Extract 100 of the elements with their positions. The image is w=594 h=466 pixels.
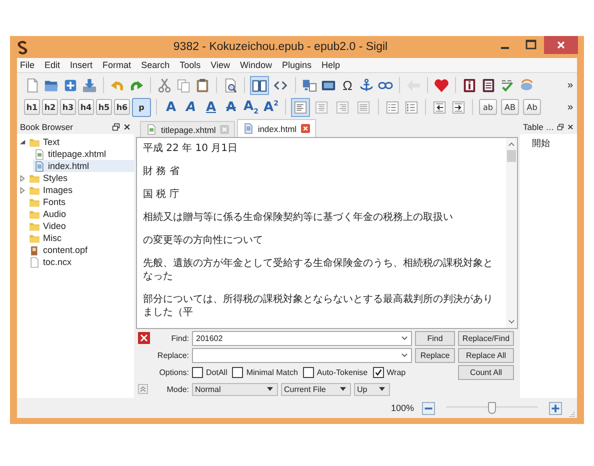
menu-item[interactable]: File bbox=[20, 60, 35, 70]
indent-icon[interactable] bbox=[451, 100, 466, 114]
zoom-slider[interactable] bbox=[446, 401, 538, 415]
scrollbar-thumb[interactable] bbox=[507, 150, 516, 162]
add-file-icon[interactable] bbox=[63, 78, 78, 92]
checkbox-label: DotAll bbox=[206, 368, 228, 376]
heading-style-button[interactable]: h4 bbox=[78, 99, 94, 115]
tree-item[interactable]: toc.ncx bbox=[28, 256, 76, 268]
numbered-list-icon[interactable] bbox=[404, 100, 419, 114]
text-case-button[interactable]: ab bbox=[479, 99, 497, 115]
collapsed-arrow-icon[interactable] bbox=[19, 186, 26, 194]
close-icon[interactable] bbox=[138, 332, 150, 344]
editor-tab[interactable]: index.html bbox=[236, 119, 316, 137]
menu-item[interactable]: Insert bbox=[70, 60, 93, 70]
paragraph: 先般、遺族の方が年金として受給する生命保険金のうち、相続税の課税対象となった bbox=[143, 257, 494, 283]
text-case-button[interactable]: AB bbox=[501, 99, 519, 115]
align-left-button[interactable] bbox=[291, 98, 310, 116]
book-view-button[interactable] bbox=[250, 76, 269, 94]
tab-close-icon[interactable] bbox=[300, 124, 310, 133]
menu-item[interactable]: View bbox=[210, 60, 230, 70]
outdent-icon[interactable] bbox=[432, 100, 447, 114]
close-button[interactable] bbox=[544, 36, 578, 54]
menu-item[interactable]: Edit bbox=[44, 60, 60, 70]
direction-dropdown[interactable]: Up bbox=[354, 382, 390, 396]
tree-item[interactable]: Images bbox=[28, 184, 77, 196]
subscript-button[interactable]: A$_{2}$ bbox=[241, 98, 261, 116]
heart-icon[interactable] bbox=[434, 78, 449, 92]
anchor-icon[interactable] bbox=[359, 78, 374, 92]
menu-item[interactable]: Help bbox=[322, 60, 340, 70]
heading-style-button[interactable]: h3 bbox=[60, 99, 76, 115]
editor-area[interactable]: 平成 22 年 10 月1日 財 務 省 国 税 庁 相続又は贈与等に係る生命保険契約等に基づく年金の税務上の取扱い の変更等の方向性について 先般、遺族の方が年金として受給する生命保険金のうち、相続税の課税対象となった 部分については、所得税の課税対象とならないとする最高裁判所の判決がありました（平 bbox=[136, 137, 518, 329]
menu-item[interactable]: Format bbox=[102, 60, 132, 70]
toolbar-overflow-button[interactable]: » bbox=[567, 102, 577, 112]
find-field[interactable]: 201602 bbox=[192, 330, 412, 346]
checkbox[interactable] bbox=[372, 366, 384, 378]
tree-item[interactable]: titlepage.xhtml bbox=[33, 148, 110, 160]
menu-item[interactable]: Window bbox=[240, 60, 272, 70]
close-icon[interactable] bbox=[123, 122, 131, 130]
superscript-button[interactable]: A$^{2}$ bbox=[261, 99, 281, 115]
bullet-list-icon[interactable] bbox=[385, 100, 400, 114]
checkbox[interactable] bbox=[192, 366, 203, 378]
tree-item[interactable]: Fonts bbox=[28, 196, 70, 208]
info-icon[interactable] bbox=[462, 78, 477, 92]
chevron-down-icon[interactable] bbox=[401, 352, 408, 358]
slider-handle[interactable] bbox=[488, 402, 496, 414]
heading-style-button[interactable]: h5 bbox=[96, 99, 112, 115]
collapsed-arrow-icon[interactable] bbox=[19, 174, 26, 182]
find-button[interactable]: Find bbox=[415, 330, 455, 346]
resize-grip-icon[interactable] bbox=[567, 410, 575, 418]
new-file-icon[interactable] bbox=[25, 78, 40, 92]
replace-all-button[interactable]: Replace All bbox=[458, 348, 514, 362]
checkbox[interactable] bbox=[232, 366, 244, 378]
cut-icon[interactable] bbox=[157, 78, 172, 92]
tree-item[interactable]: Styles bbox=[28, 172, 72, 184]
heading-style-button[interactable]: p bbox=[132, 98, 151, 116]
expanded-arrow-icon[interactable] bbox=[19, 138, 26, 146]
heading-style-button[interactable]: h2 bbox=[42, 99, 58, 115]
heading-style-button[interactable]: h1 bbox=[24, 99, 40, 115]
heading-style-button[interactable]: h6 bbox=[114, 99, 130, 115]
tree-item[interactable]: Misc bbox=[28, 232, 66, 244]
spellcheck-icon[interactable] bbox=[500, 78, 515, 92]
special-character-button[interactable]: Ω bbox=[338, 78, 357, 92]
toc-item[interactable]: 開始 bbox=[532, 139, 550, 149]
editor-tab[interactable]: titlepage.xhtml bbox=[140, 121, 235, 137]
menu-item[interactable]: Search bbox=[141, 60, 170, 70]
preview-search-icon[interactable] bbox=[223, 78, 238, 92]
tree-item[interactable]: Text bbox=[28, 136, 64, 148]
count-all-button[interactable]: Count All bbox=[458, 364, 514, 380]
tree-item[interactable]: Video bbox=[28, 220, 70, 232]
split-icon[interactable] bbox=[302, 78, 317, 92]
replace-find-button[interactable]: Replace/Find bbox=[458, 330, 514, 346]
list-icon[interactable] bbox=[481, 78, 496, 92]
bold-button[interactable]: A bbox=[161, 100, 181, 114]
mode-dropdown[interactable]: Normal bbox=[192, 382, 278, 396]
collapse-icon[interactable] bbox=[138, 384, 148, 394]
tree-item[interactable]: Audio bbox=[28, 208, 70, 220]
replace-button[interactable]: Replace bbox=[415, 348, 455, 362]
scroll-down-icon[interactable] bbox=[508, 319, 515, 325]
text-case-button[interactable]: Ab bbox=[523, 99, 541, 115]
italic-button[interactable]: A bbox=[181, 100, 201, 114]
zoom-out-button[interactable] bbox=[422, 402, 435, 414]
scrollbar[interactable] bbox=[506, 138, 517, 328]
underline-button[interactable]: A bbox=[201, 100, 221, 114]
float-panel-icon[interactable] bbox=[112, 122, 120, 130]
menu-item[interactable]: Tools bbox=[180, 60, 201, 70]
tree-item[interactable]: index.html bbox=[33, 160, 134, 172]
paste-icon[interactable] bbox=[195, 78, 210, 92]
checkbox[interactable] bbox=[302, 366, 314, 378]
scope-dropdown[interactable]: Current File bbox=[281, 382, 351, 396]
tree-item[interactable]: content.opf bbox=[28, 244, 92, 256]
save-icon[interactable] bbox=[82, 78, 97, 92]
scroll-up-icon[interactable] bbox=[508, 141, 515, 147]
menu-item[interactable]: Plugins bbox=[282, 60, 312, 70]
strikethrough-button[interactable]: A bbox=[221, 100, 241, 114]
zoom-in-button[interactable] bbox=[549, 402, 562, 414]
float-panel-icon[interactable] bbox=[557, 122, 564, 130]
chevron-down-icon[interactable] bbox=[401, 336, 408, 340]
close-icon[interactable] bbox=[567, 122, 574, 130]
toolbar-overflow-button[interactable]: » bbox=[567, 80, 577, 90]
replace-field[interactable] bbox=[192, 348, 412, 362]
